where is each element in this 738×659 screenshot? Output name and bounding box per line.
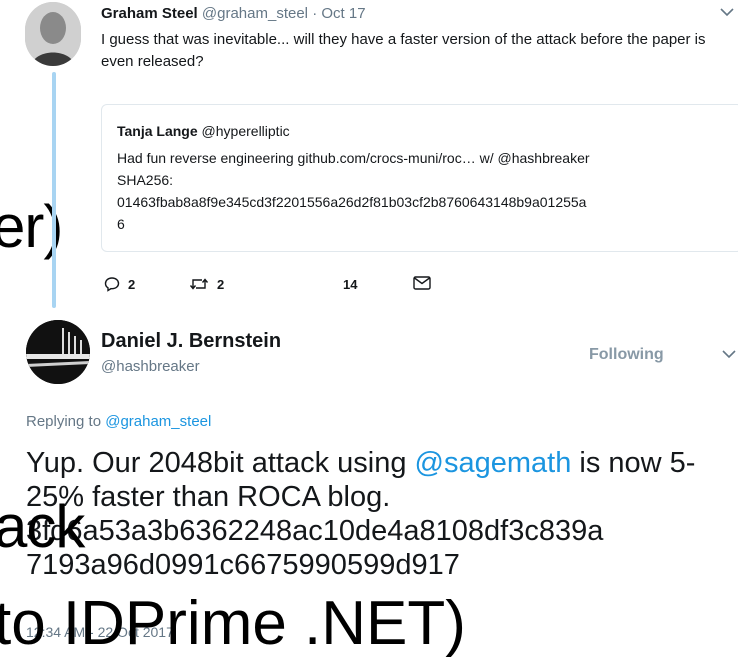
tweet2-text-part: Yup. Our 2048bit attack using xyxy=(26,447,415,479)
chevron-down-icon[interactable] xyxy=(720,4,734,21)
hash-line: 7193a96d0991c6675990599d917 xyxy=(26,549,460,581)
thread-connector-line xyxy=(52,72,56,308)
following-button[interactable]: Following xyxy=(589,346,664,364)
heart-icon xyxy=(279,276,335,292)
avatar-graham-steel[interactable] xyxy=(25,2,81,66)
quoted-tweet-header: Tanja Lange @hyperelliptic xyxy=(117,123,290,139)
direct-message-button[interactable] xyxy=(413,276,431,290)
retweet-button[interactable]: 2 xyxy=(189,276,224,292)
quoted-line: 6 xyxy=(117,216,125,232)
background-slide-text: ) xyxy=(0,296,2,365)
background-slide-text: to IDPrime .NET) xyxy=(0,589,466,658)
retweet-count: 2 xyxy=(217,276,225,292)
tweet2-author-name[interactable]: Daniel J. Bernstein xyxy=(101,330,281,353)
replying-to-line: Replying to @graham_steel xyxy=(26,413,211,430)
background-slide-text: ack xyxy=(0,493,85,560)
like-button[interactable]: 14 xyxy=(279,276,357,292)
quoted-tweet-text: Had fun reverse engineering github.com/c… xyxy=(117,147,727,235)
quoted-line: Had fun reverse engineering github.com/c… xyxy=(117,150,590,166)
replying-to-link[interactable]: @graham_steel xyxy=(105,413,211,430)
reply-icon xyxy=(104,277,120,292)
avatar-daniel-bernstein[interactable] xyxy=(26,320,90,384)
tweet1-author-name[interactable]: Graham Steel xyxy=(101,5,198,22)
quoted-line: 01463fbab8a8f9e345cd3f2201556a26d2f81b03… xyxy=(117,194,587,210)
tweet2-text: Yup. Our 2048bit attack using @sagemath … xyxy=(26,446,726,582)
replying-prefix: Replying to xyxy=(26,413,102,430)
quoted-line: SHA256: xyxy=(117,172,174,188)
retweet-icon xyxy=(189,278,209,290)
envelope-icon xyxy=(413,276,431,290)
sagemath-mention-link[interactable]: @sagemath xyxy=(415,447,572,479)
quoted-author-handle: @hyperelliptic xyxy=(201,123,290,139)
reply-count: 2 xyxy=(128,276,136,292)
reply-button[interactable]: 2 xyxy=(104,276,135,292)
like-count: 14 xyxy=(343,276,358,292)
tweet1-author-handle[interactable]: @graham_steel xyxy=(202,5,308,22)
tweet1-date[interactable]: · Oct 17 xyxy=(312,5,365,22)
quoted-author-name: Tanja Lange xyxy=(117,123,198,139)
quoted-tweet-card[interactable]: Tanja Lange @hyperelliptic Had fun rever… xyxy=(101,104,738,252)
tweet1-header: Graham Steel @graham_steel · Oct 17 xyxy=(101,5,366,22)
chevron-down-icon[interactable] xyxy=(722,346,736,363)
tweet2-author-handle[interactable]: @hashbreaker xyxy=(101,358,200,375)
hash-line: 3fd6a53a3b6362248ac10de4a8108df3c839a xyxy=(26,515,604,547)
tweet1-text: I guess that was inevitable... will they… xyxy=(101,31,706,70)
